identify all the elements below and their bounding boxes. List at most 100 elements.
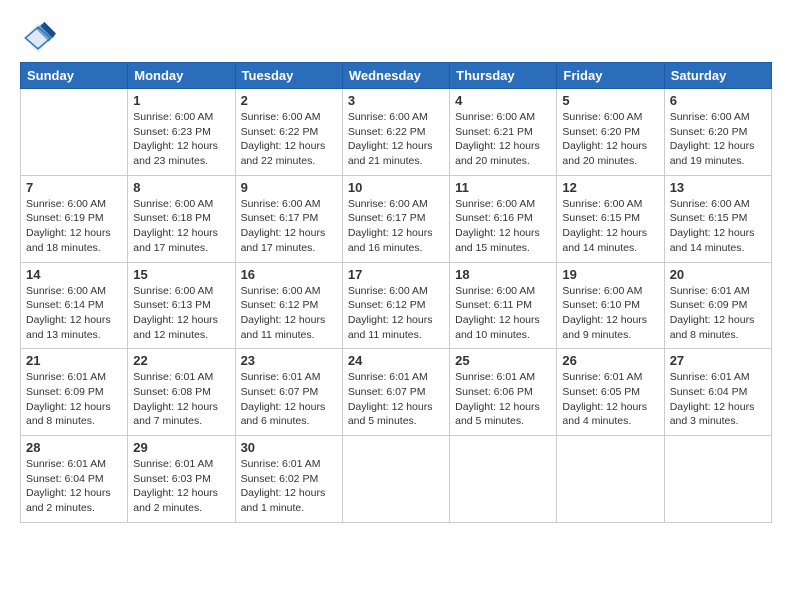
day-info: Sunrise: 6:00 AM Sunset: 6:22 PM Dayligh… bbox=[241, 110, 337, 169]
day-info: Sunrise: 6:00 AM Sunset: 6:19 PM Dayligh… bbox=[26, 197, 122, 256]
day-number: 17 bbox=[348, 267, 444, 282]
calendar-week-row: 21 Sunrise: 6:01 AM Sunset: 6:09 PM Dayli… bbox=[21, 349, 772, 436]
day-number: 18 bbox=[455, 267, 551, 282]
calendar-cell: 24 Sunrise: 6:01 AM Sunset: 6:07 PM Dayli… bbox=[342, 349, 449, 436]
day-number: 7 bbox=[26, 180, 122, 195]
day-info: Sunrise: 6:01 AM Sunset: 6:02 PM Dayligh… bbox=[241, 457, 337, 516]
day-info: Sunrise: 6:00 AM Sunset: 6:17 PM Dayligh… bbox=[348, 197, 444, 256]
logo bbox=[20, 20, 60, 56]
day-number: 27 bbox=[670, 353, 766, 368]
day-info: Sunrise: 6:00 AM Sunset: 6:17 PM Dayligh… bbox=[241, 197, 337, 256]
day-number: 3 bbox=[348, 93, 444, 108]
day-number: 13 bbox=[670, 180, 766, 195]
day-info: Sunrise: 6:00 AM Sunset: 6:14 PM Dayligh… bbox=[26, 284, 122, 343]
day-info: Sunrise: 6:00 AM Sunset: 6:15 PM Dayligh… bbox=[670, 197, 766, 256]
day-number: 4 bbox=[455, 93, 551, 108]
calendar-cell: 11 Sunrise: 6:00 AM Sunset: 6:16 PM Dayli… bbox=[450, 175, 557, 262]
weekday-header: Wednesday bbox=[342, 63, 449, 89]
day-number: 28 bbox=[26, 440, 122, 455]
day-info: Sunrise: 6:00 AM Sunset: 6:20 PM Dayligh… bbox=[670, 110, 766, 169]
day-number: 12 bbox=[562, 180, 658, 195]
day-info: Sunrise: 6:01 AM Sunset: 6:05 PM Dayligh… bbox=[562, 370, 658, 429]
day-info: Sunrise: 6:01 AM Sunset: 6:08 PM Dayligh… bbox=[133, 370, 229, 429]
day-info: Sunrise: 6:00 AM Sunset: 6:12 PM Dayligh… bbox=[348, 284, 444, 343]
calendar-cell: 26 Sunrise: 6:01 AM Sunset: 6:05 PM Dayli… bbox=[557, 349, 664, 436]
calendar-cell bbox=[21, 89, 128, 176]
day-number: 22 bbox=[133, 353, 229, 368]
calendar-cell: 3 Sunrise: 6:00 AM Sunset: 6:22 PM Daylig… bbox=[342, 89, 449, 176]
calendar-cell: 20 Sunrise: 6:01 AM Sunset: 6:09 PM Dayli… bbox=[664, 262, 771, 349]
day-number: 26 bbox=[562, 353, 658, 368]
day-number: 21 bbox=[26, 353, 122, 368]
header bbox=[20, 20, 772, 56]
calendar-cell: 13 Sunrise: 6:00 AM Sunset: 6:15 PM Dayli… bbox=[664, 175, 771, 262]
day-info: Sunrise: 6:01 AM Sunset: 6:07 PM Dayligh… bbox=[348, 370, 444, 429]
calendar-cell: 19 Sunrise: 6:00 AM Sunset: 6:10 PM Dayli… bbox=[557, 262, 664, 349]
day-number: 6 bbox=[670, 93, 766, 108]
calendar-cell: 29 Sunrise: 6:01 AM Sunset: 6:03 PM Dayli… bbox=[128, 436, 235, 523]
calendar-week-row: 28 Sunrise: 6:01 AM Sunset: 6:04 PM Dayli… bbox=[21, 436, 772, 523]
calendar-cell: 15 Sunrise: 6:00 AM Sunset: 6:13 PM Dayli… bbox=[128, 262, 235, 349]
weekday-header: Friday bbox=[557, 63, 664, 89]
day-number: 24 bbox=[348, 353, 444, 368]
calendar-cell: 2 Sunrise: 6:00 AM Sunset: 6:22 PM Daylig… bbox=[235, 89, 342, 176]
day-info: Sunrise: 6:01 AM Sunset: 6:04 PM Dayligh… bbox=[26, 457, 122, 516]
calendar-cell: 22 Sunrise: 6:01 AM Sunset: 6:08 PM Dayli… bbox=[128, 349, 235, 436]
day-info: Sunrise: 6:01 AM Sunset: 6:06 PM Dayligh… bbox=[455, 370, 551, 429]
day-number: 15 bbox=[133, 267, 229, 282]
calendar-cell: 1Sunrise: 6:00 AM Sunset: 6:23 PM Daylig… bbox=[128, 89, 235, 176]
calendar-cell: 28 Sunrise: 6:01 AM Sunset: 6:04 PM Dayli… bbox=[21, 436, 128, 523]
calendar-header-row: SundayMondayTuesdayWednesdayThursdayFrid… bbox=[21, 63, 772, 89]
calendar-week-row: 1Sunrise: 6:00 AM Sunset: 6:23 PM Daylig… bbox=[21, 89, 772, 176]
calendar-cell: 9 Sunrise: 6:00 AM Sunset: 6:17 PM Daylig… bbox=[235, 175, 342, 262]
weekday-header: Monday bbox=[128, 63, 235, 89]
day-number: 16 bbox=[241, 267, 337, 282]
day-info: Sunrise: 6:00 AM Sunset: 6:15 PM Dayligh… bbox=[562, 197, 658, 256]
day-number: 14 bbox=[26, 267, 122, 282]
calendar-cell: 10Sunrise: 6:00 AM Sunset: 6:17 PM Dayli… bbox=[342, 175, 449, 262]
calendar-cell: 17 Sunrise: 6:00 AM Sunset: 6:12 PM Dayli… bbox=[342, 262, 449, 349]
day-number: 25 bbox=[455, 353, 551, 368]
day-number: 9 bbox=[241, 180, 337, 195]
calendar-cell: 14 Sunrise: 6:00 AM Sunset: 6:14 PM Dayli… bbox=[21, 262, 128, 349]
day-number: 29 bbox=[133, 440, 229, 455]
calendar-cell: 8 Sunrise: 6:00 AM Sunset: 6:18 PM Daylig… bbox=[128, 175, 235, 262]
calendar-table: SundayMondayTuesdayWednesdayThursdayFrid… bbox=[20, 62, 772, 523]
day-number: 20 bbox=[670, 267, 766, 282]
day-info: Sunrise: 6:00 AM Sunset: 6:22 PM Dayligh… bbox=[348, 110, 444, 169]
weekday-header: Tuesday bbox=[235, 63, 342, 89]
weekday-header: Thursday bbox=[450, 63, 557, 89]
day-info: Sunrise: 6:01 AM Sunset: 6:03 PM Dayligh… bbox=[133, 457, 229, 516]
day-number: 30 bbox=[241, 440, 337, 455]
calendar-cell bbox=[557, 436, 664, 523]
day-number: 11 bbox=[455, 180, 551, 195]
day-info: Sunrise: 6:01 AM Sunset: 6:09 PM Dayligh… bbox=[670, 284, 766, 343]
calendar-cell bbox=[664, 436, 771, 523]
calendar-cell bbox=[342, 436, 449, 523]
day-info: Sunrise: 6:01 AM Sunset: 6:09 PM Dayligh… bbox=[26, 370, 122, 429]
calendar-week-row: 7 Sunrise: 6:00 AM Sunset: 6:19 PM Daylig… bbox=[21, 175, 772, 262]
calendar-cell: 12 Sunrise: 6:00 AM Sunset: 6:15 PM Dayli… bbox=[557, 175, 664, 262]
day-info: Sunrise: 6:00 AM Sunset: 6:13 PM Dayligh… bbox=[133, 284, 229, 343]
calendar-cell: 25 Sunrise: 6:01 AM Sunset: 6:06 PM Dayli… bbox=[450, 349, 557, 436]
day-info: Sunrise: 6:01 AM Sunset: 6:07 PM Dayligh… bbox=[241, 370, 337, 429]
calendar-week-row: 14 Sunrise: 6:00 AM Sunset: 6:14 PM Dayli… bbox=[21, 262, 772, 349]
day-info: Sunrise: 6:00 AM Sunset: 6:23 PM Dayligh… bbox=[133, 110, 229, 169]
calendar-cell: 30 Sunrise: 6:01 AM Sunset: 6:02 PM Dayli… bbox=[235, 436, 342, 523]
calendar-cell: 27Sunrise: 6:01 AM Sunset: 6:04 PM Dayli… bbox=[664, 349, 771, 436]
day-number: 8 bbox=[133, 180, 229, 195]
day-info: Sunrise: 6:00 AM Sunset: 6:16 PM Dayligh… bbox=[455, 197, 551, 256]
day-info: Sunrise: 6:00 AM Sunset: 6:21 PM Dayligh… bbox=[455, 110, 551, 169]
calendar-cell: 6 Sunrise: 6:00 AM Sunset: 6:20 PM Daylig… bbox=[664, 89, 771, 176]
calendar-cell: 21 Sunrise: 6:01 AM Sunset: 6:09 PM Dayli… bbox=[21, 349, 128, 436]
day-info: Sunrise: 6:00 AM Sunset: 6:10 PM Dayligh… bbox=[562, 284, 658, 343]
day-info: Sunrise: 6:00 AM Sunset: 6:18 PM Dayligh… bbox=[133, 197, 229, 256]
calendar-cell: 7 Sunrise: 6:00 AM Sunset: 6:19 PM Daylig… bbox=[21, 175, 128, 262]
day-info: Sunrise: 6:00 AM Sunset: 6:11 PM Dayligh… bbox=[455, 284, 551, 343]
day-info: Sunrise: 6:00 AM Sunset: 6:20 PM Dayligh… bbox=[562, 110, 658, 169]
logo-icon bbox=[20, 20, 56, 56]
day-number: 5 bbox=[562, 93, 658, 108]
day-number: 2 bbox=[241, 93, 337, 108]
day-number: 19 bbox=[562, 267, 658, 282]
calendar-cell: 18 Sunrise: 6:00 AM Sunset: 6:11 PM Dayli… bbox=[450, 262, 557, 349]
